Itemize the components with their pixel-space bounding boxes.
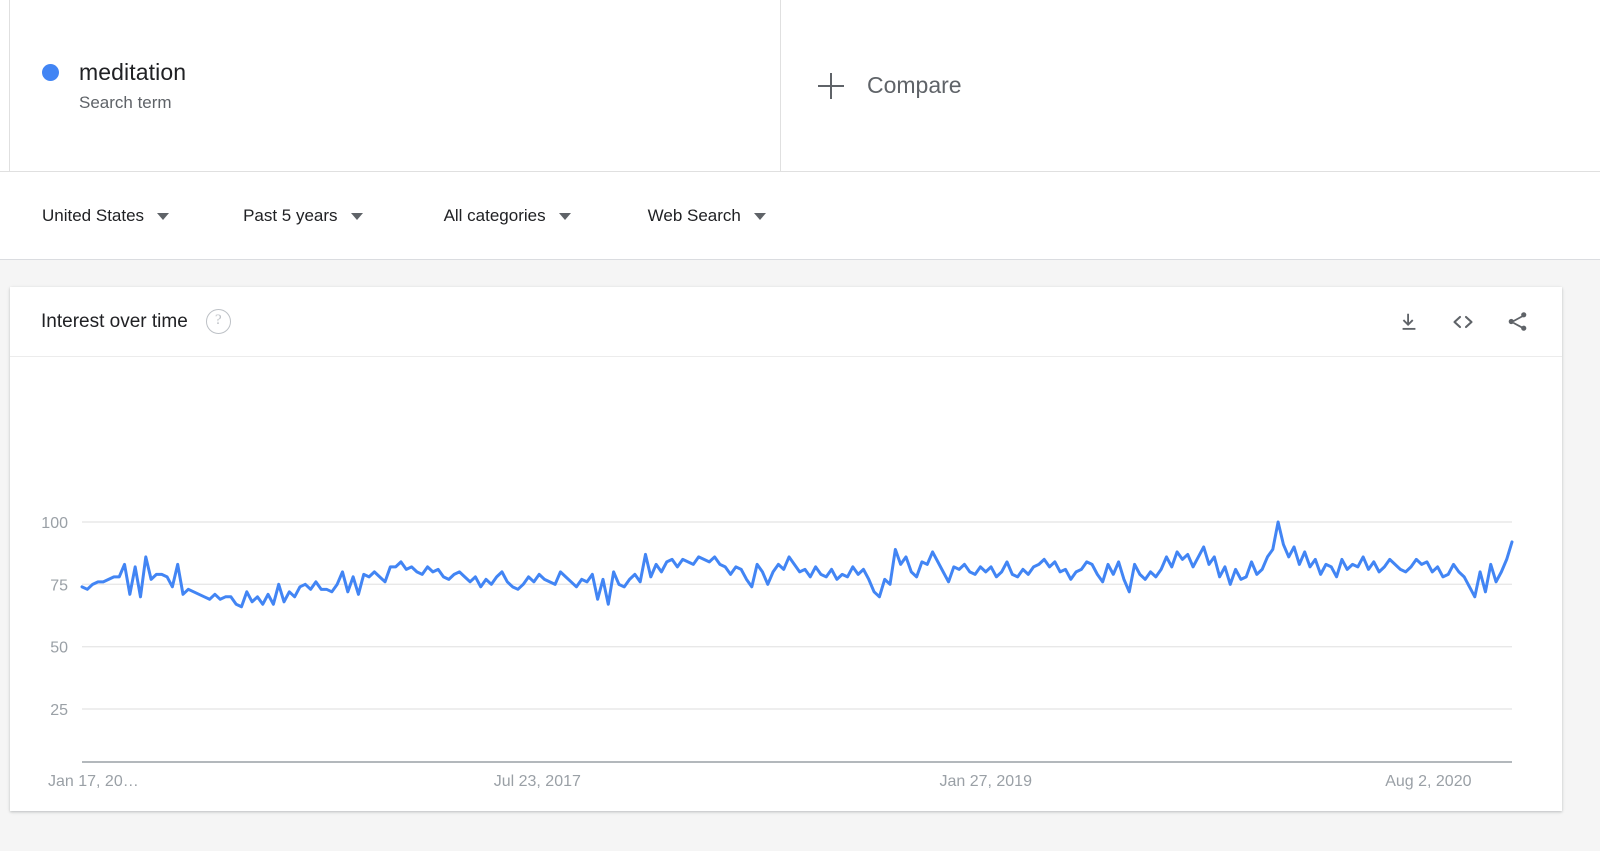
embed-code-icon[interactable] bbox=[1446, 305, 1480, 339]
filter-category-label: All categories bbox=[443, 205, 546, 225]
compare-inner: Compare bbox=[818, 72, 962, 99]
page-title: Interest over time bbox=[41, 310, 188, 332]
chevron-down-icon bbox=[753, 213, 766, 220]
chart-area[interactable]: 25 50 75 100 Jan 17, 20… Jul 23, 2017 Jan 27, … bbox=[10, 357, 1562, 810]
chevron-down-icon bbox=[558, 213, 571, 220]
help-icon[interactable]: ? bbox=[205, 309, 231, 334]
x-axis-tick-label: Jul 23, 2017 bbox=[494, 773, 581, 790]
filter-location-label: United States bbox=[42, 205, 145, 225]
x-axis-tick-label: Jan 17, 20… bbox=[48, 773, 139, 790]
filter-bar: United States Past 5 years All categorie… bbox=[0, 172, 1600, 260]
series-color-dot bbox=[42, 63, 59, 81]
y-axis-tick-label: 50 bbox=[50, 640, 68, 657]
search-term-card[interactable]: meditation Search term bbox=[9, 0, 781, 171]
plus-icon bbox=[818, 72, 844, 99]
share-icon[interactable] bbox=[1500, 305, 1534, 339]
interest-over-time-line-chart[interactable]: 25 50 75 100 Jan 17, 20… Jul 23, 2017 Jan 27, … bbox=[10, 357, 1562, 810]
filter-category[interactable]: All categories bbox=[444, 206, 571, 226]
download-icon[interactable] bbox=[1392, 305, 1426, 339]
search-terms-bar: meditation Search term Compare bbox=[0, 0, 1600, 172]
x-axis-tick-label: Jan 27, 2019 bbox=[939, 773, 1032, 790]
search-term-row: meditation bbox=[42, 59, 780, 86]
x-axis-tick-label: Aug 2, 2020 bbox=[1385, 773, 1471, 790]
search-term-label: meditation bbox=[79, 58, 187, 85]
filter-search-type[interactable]: Web Search bbox=[648, 206, 766, 226]
filter-search-type-label: Web Search bbox=[647, 205, 741, 225]
y-axis-tick-label: 75 bbox=[50, 577, 68, 594]
filter-time-range[interactable]: Past 5 years bbox=[243, 206, 363, 226]
compare-label: Compare bbox=[867, 72, 962, 98]
filter-time-range-label: Past 5 years bbox=[243, 205, 338, 225]
interest-over-time-card: Interest over time ? 25 50 75 100 Jan 17… bbox=[10, 287, 1562, 811]
chevron-down-icon bbox=[157, 213, 170, 220]
add-compare-button[interactable]: Compare bbox=[781, 0, 1600, 171]
chevron-down-icon bbox=[350, 213, 363, 220]
card-header: Interest over time ? bbox=[10, 287, 1562, 357]
filter-location[interactable]: United States bbox=[42, 205, 170, 226]
y-axis-tick-label: 25 bbox=[50, 702, 68, 719]
trend-line-meditation[interactable] bbox=[80, 520, 1514, 609]
search-term-type: Search term bbox=[79, 92, 172, 112]
y-axis-tick-label: 100 bbox=[41, 515, 68, 532]
